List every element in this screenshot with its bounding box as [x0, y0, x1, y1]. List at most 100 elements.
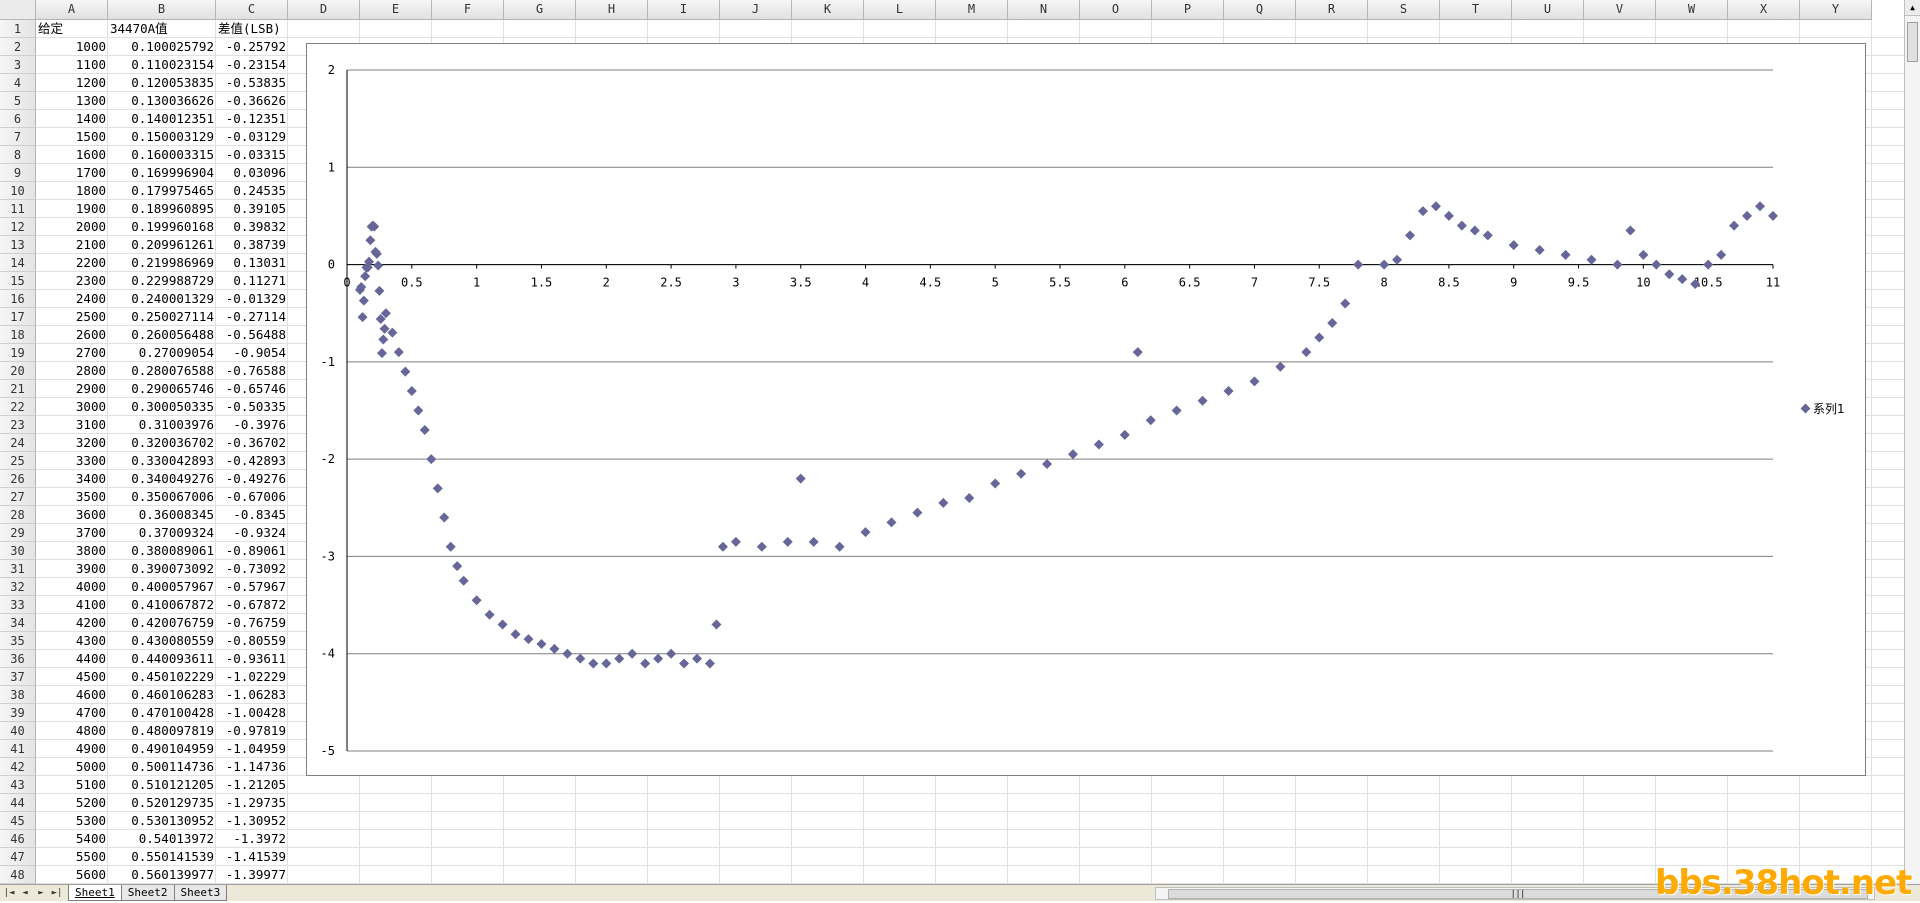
cell[interactable]: 0.130036626 — [108, 92, 216, 110]
cell[interactable]: 2700 — [36, 344, 108, 362]
column-header-c[interactable]: C — [216, 0, 288, 20]
cell[interactable]: 4400 — [36, 650, 108, 668]
row-header[interactable]: 5 — [0, 92, 36, 110]
row-header[interactable]: 21 — [0, 380, 36, 398]
cell[interactable]: 4200 — [36, 614, 108, 632]
row-header[interactable]: 27 — [0, 488, 36, 506]
cell[interactable]: 0.27009054 — [108, 344, 216, 362]
cell[interactable]: 0.140012351 — [108, 110, 216, 128]
column-header-x[interactable]: X — [1728, 0, 1800, 20]
cell[interactable]: -0.03315 — [216, 146, 288, 164]
cell[interactable]: 2800 — [36, 362, 108, 380]
cell[interactable]: 3500 — [36, 488, 108, 506]
row-header[interactable]: 11 — [0, 200, 36, 218]
column-header-e[interactable]: E — [360, 0, 432, 20]
row-header[interactable]: 46 — [0, 830, 36, 848]
next-sheet-icon[interactable]: ► — [34, 887, 48, 899]
column-header-r[interactable]: R — [1296, 0, 1368, 20]
cell[interactable]: 0.120053835 — [108, 74, 216, 92]
row-header[interactable]: 3 — [0, 56, 36, 74]
cell[interactable]: -1.02229 — [216, 668, 288, 686]
cell[interactable]: 给定 — [36, 20, 108, 38]
column-header-f[interactable]: F — [432, 0, 504, 20]
cell[interactable]: 4100 — [36, 596, 108, 614]
column-header-t[interactable]: T — [1440, 0, 1512, 20]
cell[interactable]: 0.380089061 — [108, 542, 216, 560]
cell[interactable]: 0.420076759 — [108, 614, 216, 632]
cell[interactable]: 0.209961261 — [108, 236, 216, 254]
cell[interactable]: 0.110023154 — [108, 56, 216, 74]
cell[interactable]: 0.450102229 — [108, 668, 216, 686]
cell[interactable]: 1400 — [36, 110, 108, 128]
cell[interactable]: 0.550141539 — [108, 848, 216, 866]
cell[interactable]: -0.36702 — [216, 434, 288, 452]
cell[interactable]: 4500 — [36, 668, 108, 686]
cell[interactable]: -1.29735 — [216, 794, 288, 812]
cell[interactable]: 0.520129735 — [108, 794, 216, 812]
cell[interactable]: 0.240001329 — [108, 290, 216, 308]
cell[interactable]: -0.53835 — [216, 74, 288, 92]
cell[interactable]: 3400 — [36, 470, 108, 488]
column-header-j[interactable]: J — [720, 0, 792, 20]
cell[interactable]: 1700 — [36, 164, 108, 182]
column-header-q[interactable]: Q — [1224, 0, 1296, 20]
cell[interactable]: 0.350067006 — [108, 488, 216, 506]
row-header[interactable]: 10 — [0, 182, 36, 200]
cell[interactable]: 4900 — [36, 740, 108, 758]
tab-sheet1[interactable]: Sheet1 — [68, 885, 122, 901]
cell[interactable]: -1.3972 — [216, 830, 288, 848]
cell[interactable]: -0.56488 — [216, 326, 288, 344]
cell[interactable]: 1200 — [36, 74, 108, 92]
row-header[interactable]: 17 — [0, 308, 36, 326]
cell[interactable]: 3900 — [36, 560, 108, 578]
column-header-b[interactable]: B — [108, 0, 216, 20]
row-header[interactable]: 40 — [0, 722, 36, 740]
cell[interactable]: 0.340049276 — [108, 470, 216, 488]
cell[interactable]: 0.440093611 — [108, 650, 216, 668]
cell[interactable]: -1.41539 — [216, 848, 288, 866]
cell[interactable]: -0.57967 — [216, 578, 288, 596]
cell[interactable]: 1500 — [36, 128, 108, 146]
row-header[interactable]: 9 — [0, 164, 36, 182]
cell[interactable]: -0.49276 — [216, 470, 288, 488]
cell[interactable]: 5600 — [36, 866, 108, 884]
row-header[interactable]: 6 — [0, 110, 36, 128]
cell[interactable]: -0.80559 — [216, 632, 288, 650]
cell[interactable]: 5100 — [36, 776, 108, 794]
cell[interactable]: -0.76759 — [216, 614, 288, 632]
column-header-o[interactable]: O — [1080, 0, 1152, 20]
cell[interactable]: 2400 — [36, 290, 108, 308]
cell[interactable]: 1300 — [36, 92, 108, 110]
cell[interactable]: 0.250027114 — [108, 308, 216, 326]
column-header-p[interactable]: P — [1152, 0, 1224, 20]
cell[interactable]: 0.260056488 — [108, 326, 216, 344]
cell[interactable]: -0.76588 — [216, 362, 288, 380]
tab-sheet2[interactable]: Sheet2 — [120, 885, 175, 901]
cell[interactable]: -0.36626 — [216, 92, 288, 110]
row-header[interactable]: 47 — [0, 848, 36, 866]
cell[interactable]: 3300 — [36, 452, 108, 470]
row-header[interactable]: 16 — [0, 290, 36, 308]
cell[interactable]: 0.36008345 — [108, 506, 216, 524]
cell[interactable]: -0.89061 — [216, 542, 288, 560]
row-header[interactable]: 25 — [0, 452, 36, 470]
column-header-n[interactable]: N — [1008, 0, 1080, 20]
cell[interactable]: -1.04959 — [216, 740, 288, 758]
cell[interactable]: 3000 — [36, 398, 108, 416]
cell[interactable]: 3600 — [36, 506, 108, 524]
cell[interactable]: 2100 — [36, 236, 108, 254]
cell[interactable]: 0.38739 — [216, 236, 288, 254]
row-header[interactable]: 4 — [0, 74, 36, 92]
cell[interactable]: 0.219986969 — [108, 254, 216, 272]
cell[interactable]: -0.01329 — [216, 290, 288, 308]
cell[interactable]: 0.500114736 — [108, 758, 216, 776]
row-header[interactable]: 7 — [0, 128, 36, 146]
cell[interactable]: 差值(LSB) — [216, 20, 288, 38]
cell[interactable]: -0.67006 — [216, 488, 288, 506]
column-header-u[interactable]: U — [1512, 0, 1584, 20]
cell[interactable]: -0.27114 — [216, 308, 288, 326]
scatter-chart[interactable]: 2 1 0 -1 -2 -3 -4 -5 0 0.5 1 1.5 2 2.5 3 3.5 4 4.5 5 5.5 6 6.… — [306, 43, 1866, 776]
cell[interactable]: 0.179975465 — [108, 182, 216, 200]
cell[interactable]: -0.8345 — [216, 506, 288, 524]
cell[interactable]: 5300 — [36, 812, 108, 830]
